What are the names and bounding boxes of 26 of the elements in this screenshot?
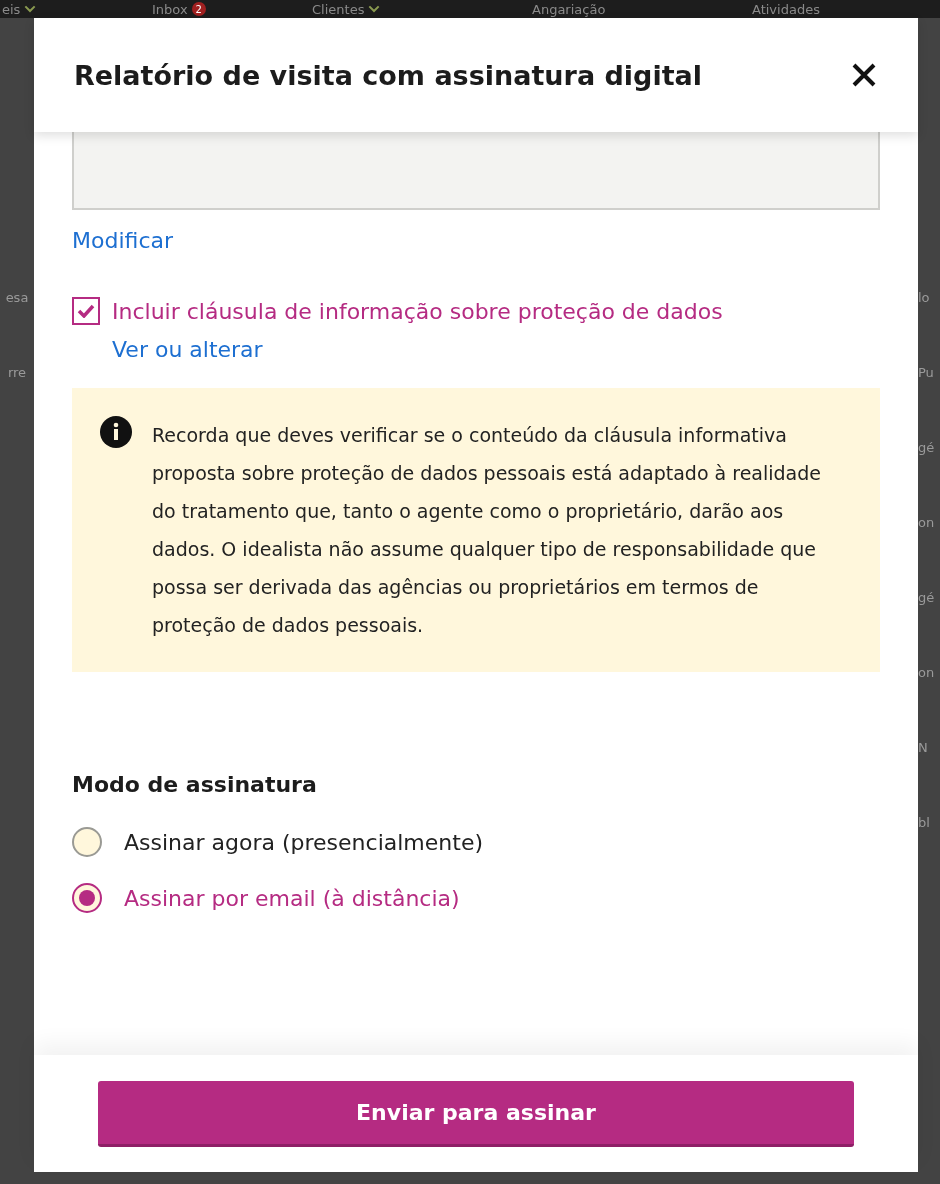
radio-button[interactable] [72,883,102,913]
background-text: rre [7,365,27,380]
background-text: on [918,515,935,530]
section-title: Modo de assinatura [72,772,318,797]
background-text: bl [918,815,930,830]
background-text: gé [918,590,935,605]
close-button[interactable] [850,61,878,89]
radio-label: Assinar agora (presencialmente) [124,829,483,855]
notice-text: Recorda que deves verificar se o conteúdo da cláusula informativa proposta sobre proteção de dados pessoais está adaptado à realidade do tratamento que, tanto o agente como o proprietário, darão aos dados. O idealista não assume qualquer tipo de responsabilidade que possa ser derivada das agências ou proprietários em termos de proteção de dados pessoais. [152,423,822,638]
check-icon [77,304,95,318]
background-text: N [918,740,928,755]
modify-link[interactable]: Modificar [72,228,173,253]
checkbox[interactable] [72,297,100,325]
checkbox-label: Incluir cláusula de informação sobre proteção de dados [112,298,723,324]
info-icon [100,416,132,448]
dialog-title: Relatório de visita com assinatura digital [74,59,703,91]
radio-button[interactable] [72,827,102,857]
send-button[interactable]: Enviar para assinar [98,1080,854,1147]
background-text: lo [918,290,930,305]
background-text: esa [5,290,29,305]
background-text: Pu [918,365,934,380]
radio-label: Assinar por email (à distância) [124,885,460,911]
count-badge: 2 [191,2,206,16]
view-link[interactable]: Ver ou alterar [112,337,263,362]
background-text: on [918,665,935,680]
background-text: gé [918,440,935,455]
